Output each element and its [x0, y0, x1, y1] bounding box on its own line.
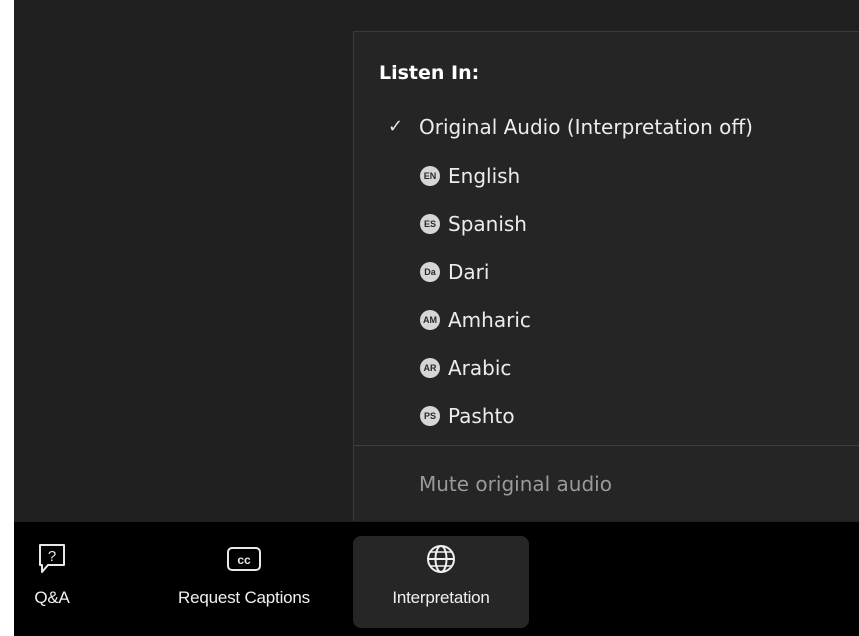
menu-item-arabic[interactable]: AR Arabic [354, 348, 859, 388]
language-badge-icon: PS [420, 406, 440, 426]
qa-button[interactable]: ? Q&A [22, 522, 82, 636]
menu-divider [354, 445, 859, 446]
language-label: Spanish [448, 212, 527, 236]
language-badge-icon: AM [420, 310, 440, 330]
interpretation-button[interactable]: Interpretation [353, 536, 529, 628]
menu-item-dari[interactable]: Da Dari [354, 252, 859, 292]
request-captions-button[interactable]: cc Request Captions [149, 522, 339, 636]
menu-item-english[interactable]: EN English [354, 156, 859, 196]
svg-text:?: ? [48, 548, 56, 565]
menu-item-pashto[interactable]: PS Pashto [354, 396, 859, 436]
qa-label: Q&A [34, 588, 70, 607]
meeting-window: Listen In: ✓ Original Audio (Interpretat… [0, 0, 859, 636]
interpretation-menu: Listen In: ✓ Original Audio (Interpretat… [353, 31, 859, 521]
language-badge-icon: Da [420, 262, 440, 282]
language-label: Amharic [448, 308, 531, 332]
language-label: Dari [448, 260, 490, 284]
language-badge-icon: ES [420, 214, 440, 234]
language-label: Arabic [448, 356, 512, 380]
interpretation-label: Interpretation [392, 588, 490, 607]
left-margin [0, 0, 14, 636]
closed-captions-icon: cc [226, 542, 262, 576]
globe-icon [425, 542, 457, 576]
language-badge-icon: AR [420, 358, 440, 378]
meeting-toolbar: ? Q&A cc Request Captions Interpretation [14, 522, 859, 636]
menu-item-amharic[interactable]: AM Amharic [354, 300, 859, 340]
menu-item-original-audio[interactable]: ✓ Original Audio (Interpretation off) [354, 107, 859, 147]
menu-item-spanish[interactable]: ES Spanish [354, 204, 859, 244]
request-captions-label: Request Captions [178, 588, 310, 607]
language-label: English [448, 164, 521, 188]
checkmark-icon: ✓ [388, 116, 404, 137]
listen-in-heading: Listen In: [379, 62, 480, 84]
language-badge-icon: EN [420, 166, 440, 186]
svg-text:cc: cc [237, 553, 251, 567]
language-label: Pashto [448, 404, 515, 428]
mute-original-audio-item[interactable]: Mute original audio [419, 472, 612, 496]
qa-question-icon: ? [37, 542, 67, 576]
original-audio-label: Original Audio (Interpretation off) [419, 115, 753, 139]
